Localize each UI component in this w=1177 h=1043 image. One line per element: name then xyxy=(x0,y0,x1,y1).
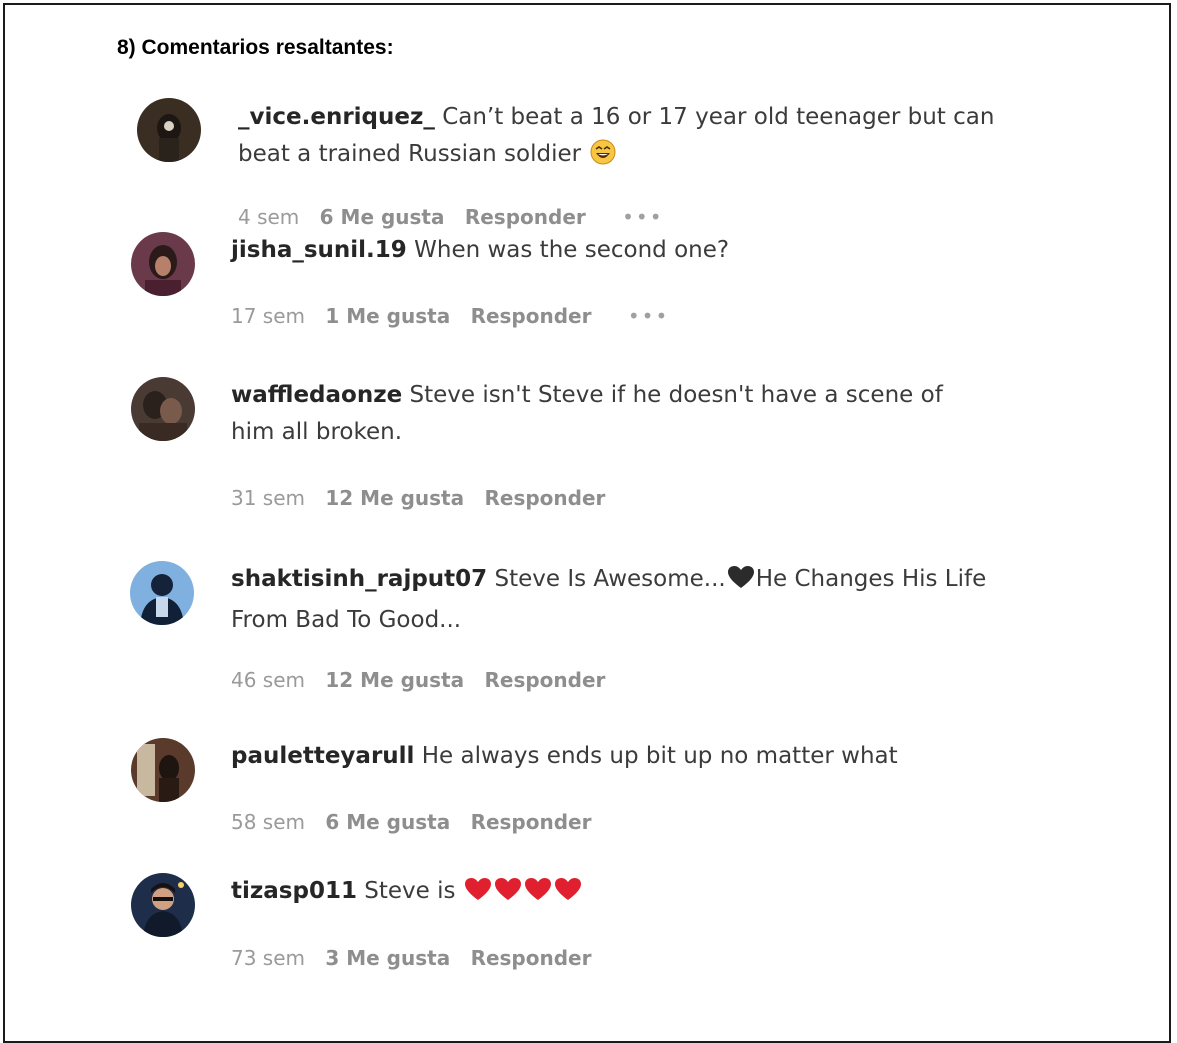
red-heart-emoji-icon xyxy=(524,877,551,914)
comment-likes[interactable]: 12 Me gusta xyxy=(325,668,464,692)
comment-body: Steve is xyxy=(364,878,456,904)
comment-username[interactable]: pauletteyarull xyxy=(231,743,414,769)
comment-time: 46 sem xyxy=(231,668,306,692)
comment-likes[interactable]: 6 Me gusta xyxy=(325,810,450,834)
red-heart-emoji-icon xyxy=(494,877,521,914)
comment-time: 58 sem xyxy=(231,810,306,834)
laughing-emoji-icon xyxy=(590,139,616,177)
reply-button[interactable]: Responder xyxy=(471,304,592,328)
comment-text: pauletteyarull He always ends up bit up … xyxy=(231,738,1031,775)
comment-body: Steve Is Awesome... xyxy=(494,566,726,592)
comment-likes[interactable]: 12 Me gusta xyxy=(325,486,464,510)
comment-time: 4 sem xyxy=(238,205,300,229)
comment-text: jisha_sunil.19 When was the second one? xyxy=(231,232,1031,269)
comment-text: shaktisinh_rajput07 Steve Is Awesome... H… xyxy=(231,561,1031,639)
avatar[interactable] xyxy=(131,738,195,802)
comment-body: When was the second one? xyxy=(414,237,730,263)
avatar[interactable] xyxy=(131,232,195,296)
reply-button[interactable]: Responder xyxy=(484,486,605,510)
comment-meta: 17 sem 1 Me gusta Responder ••• xyxy=(231,304,683,328)
comment-meta: 31 sem 12 Me gusta Responder xyxy=(231,486,619,510)
comment-time: 73 sem xyxy=(231,946,306,970)
comment-likes[interactable]: 1 Me gusta xyxy=(325,304,450,328)
avatar[interactable] xyxy=(130,561,194,625)
comment-time: 31 sem xyxy=(231,486,306,510)
comment-username[interactable]: shaktisinh_rajput07 xyxy=(231,566,487,592)
comment-text: tizasp011 Steve is xyxy=(231,873,1031,914)
section-title: 8) Comentarios resaltantes: xyxy=(117,36,394,59)
reply-button[interactable]: Responder xyxy=(484,668,605,692)
comment-username[interactable]: waffledaonze xyxy=(231,382,402,408)
comment-body: He always ends up bit up no matter what xyxy=(421,743,898,769)
avatar[interactable] xyxy=(137,98,201,162)
reply-button[interactable]: Responder xyxy=(465,205,586,229)
comment-likes[interactable]: 6 Me gusta xyxy=(320,205,445,229)
comment-time: 17 sem xyxy=(231,304,306,328)
comment-meta: 46 sem 12 Me gusta Responder xyxy=(231,668,619,692)
reply-button[interactable]: Responder xyxy=(471,946,592,970)
reply-button[interactable]: Responder xyxy=(471,810,592,834)
comment-username[interactable]: _vice.enriquez_ xyxy=(238,104,435,130)
red-heart-emoji-icon xyxy=(554,877,581,914)
comment-meta: 58 sem 6 Me gusta Responder xyxy=(231,810,605,834)
avatar[interactable] xyxy=(131,377,195,441)
comment-username[interactable]: jisha_sunil.19 xyxy=(231,237,407,263)
comment-username[interactable]: tizasp011 xyxy=(231,878,357,904)
red-heart-emoji-icon xyxy=(464,877,491,914)
avatar[interactable] xyxy=(131,873,195,937)
black-heart-emoji-icon xyxy=(727,565,754,602)
comment-meta: 4 sem 6 Me gusta Responder ••• xyxy=(238,205,678,229)
more-options-icon[interactable]: ••• xyxy=(628,304,669,328)
more-options-icon[interactable]: ••• xyxy=(622,205,663,229)
comment-likes[interactable]: 3 Me gusta xyxy=(325,946,450,970)
comment-text: waffledaonze Steve isn't Steve if he doe… xyxy=(231,377,991,451)
comment-meta: 73 sem 3 Me gusta Responder xyxy=(231,946,605,970)
comment-text: _vice.enriquez_ Can’t beat a 16 or 17 ye… xyxy=(238,99,1038,177)
